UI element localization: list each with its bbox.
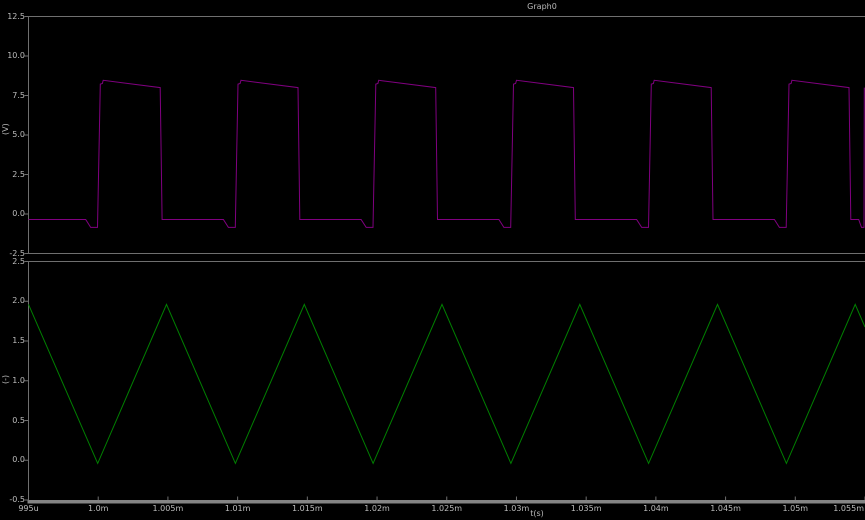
x-tick-label: 1.025m bbox=[425, 505, 469, 513]
x-tick-label: 1.05m bbox=[773, 505, 817, 513]
y-tick-label: 0.5 bbox=[0, 417, 25, 425]
y-tick-label: 0.0 bbox=[0, 210, 25, 218]
y-tick-label: 1.0 bbox=[0, 377, 25, 385]
x-tick-label: 1.055m bbox=[820, 505, 864, 513]
y-tick-label: 10.0 bbox=[0, 52, 25, 60]
x-tick-label: 1.02m bbox=[355, 505, 399, 513]
x-tick-label: 1.035m bbox=[564, 505, 608, 513]
y-tick-label: 0.0 bbox=[0, 456, 25, 464]
x-axis-bar bbox=[28, 500, 865, 504]
x-tick-label: 1.01m bbox=[216, 505, 260, 513]
top-panel-ylabel: (V) bbox=[1, 112, 11, 146]
x-tick-label: 1.015m bbox=[285, 505, 329, 513]
triangle-wave-trace bbox=[29, 304, 865, 463]
y-tick-label: 7.5 bbox=[0, 92, 25, 100]
y-tick-label: 5.0 bbox=[0, 131, 25, 139]
x-tick-label: 1.03m bbox=[494, 505, 538, 513]
y-tick-label: 2.5 bbox=[0, 258, 25, 266]
x-tick-label: 995u bbox=[7, 505, 51, 513]
y-tick-label: 2.5 bbox=[0, 171, 25, 179]
y-tick-label: 2.0 bbox=[0, 297, 25, 305]
x-tick-label: 1.045m bbox=[704, 505, 748, 513]
x-tick-label: 1.005m bbox=[146, 505, 190, 513]
square-wave-output-trace bbox=[29, 80, 865, 227]
graph-window: Graph0 (V) (-) t(s) 12.510.07.55.02.50.0… bbox=[0, 0, 865, 520]
y-tick-label: 12.5 bbox=[0, 13, 25, 21]
x-tick-label: 1.04m bbox=[634, 505, 678, 513]
x-tick-label: 1.0m bbox=[76, 505, 120, 513]
y-tick-label: 1.5 bbox=[0, 337, 25, 345]
y-tick-label: -0.5 bbox=[0, 496, 25, 504]
plot-canvas[interactable] bbox=[0, 0, 865, 520]
